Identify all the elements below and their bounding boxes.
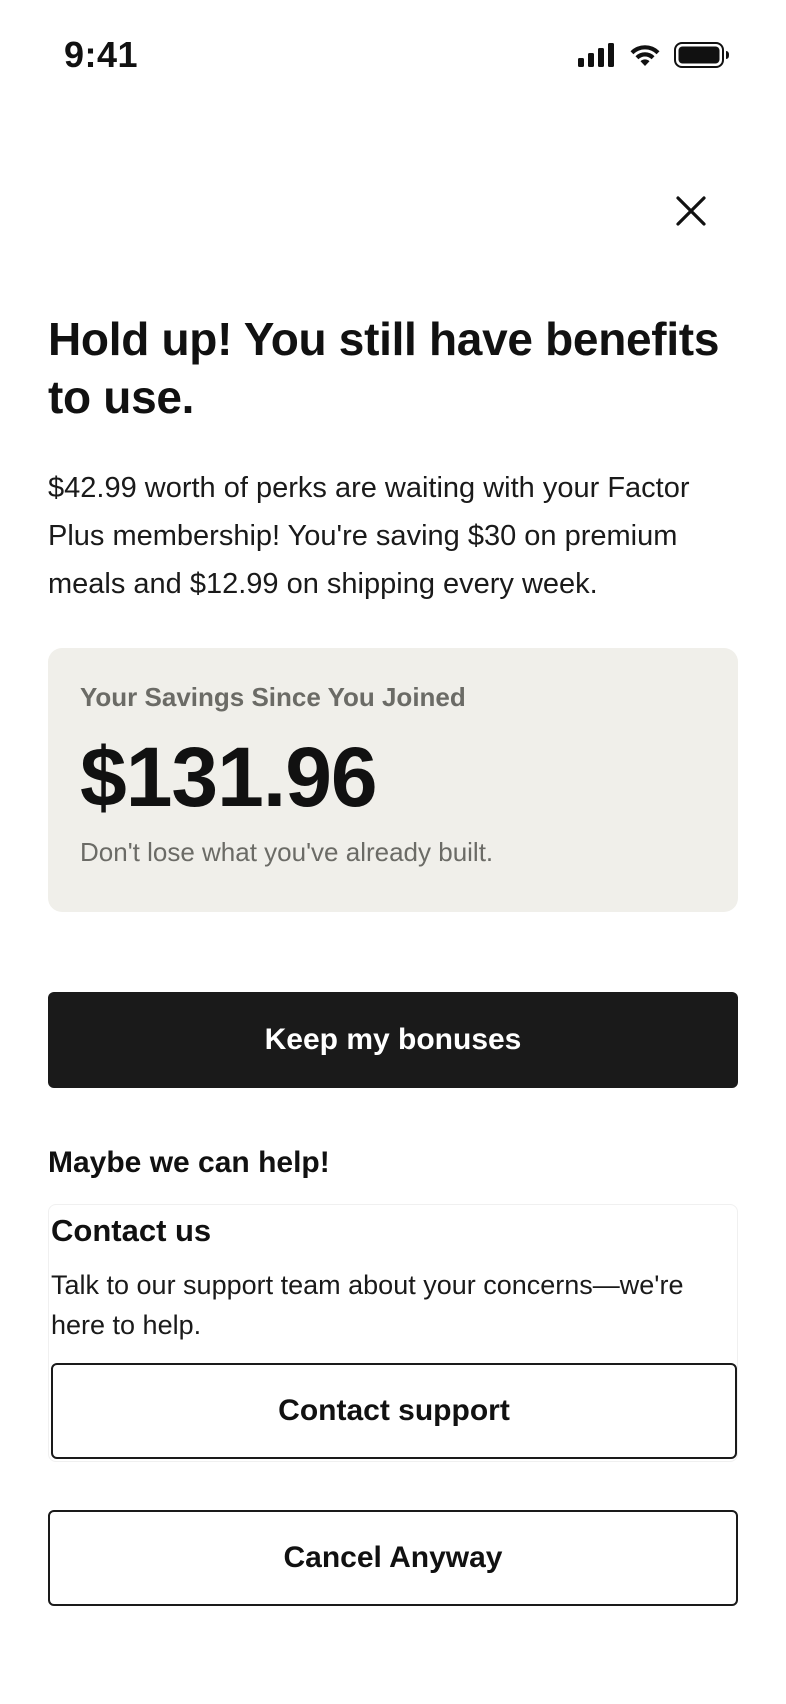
contact-support-button[interactable]: Contact support — [51, 1363, 737, 1459]
help-heading: Maybe we can help! — [48, 1146, 330, 1179]
savings-subtext: Don't lose what you've already built. — [80, 837, 494, 867]
savings-label: Your Savings Since You Joined — [80, 682, 466, 712]
battery-icon — [674, 42, 730, 73]
page-title: Hold up! You still have benefits to use. — [48, 313, 720, 423]
status-icons — [578, 42, 730, 73]
wifi-icon — [628, 42, 662, 73]
cancel-anyway-button[interactable]: Cancel Anyway — [48, 1510, 738, 1606]
close-icon — [675, 195, 707, 232]
savings-amount: $131.96 — [80, 730, 378, 824]
contact-title: Contact us — [51, 1213, 212, 1248]
contact-description: Talk to our support team about your conc… — [51, 1270, 684, 1340]
perks-description: $42.99 worth of perks are waiting with y… — [48, 472, 690, 600]
retention-content: Hold up! You still have benefits to use.… — [48, 310, 738, 1606]
close-button[interactable] — [668, 190, 714, 236]
status-time: 9:41 — [64, 34, 139, 75]
contact-card: Contact us Talk to our support team abou… — [48, 1204, 738, 1462]
cellular-signal-icon — [578, 43, 616, 72]
status-bar: 9:41 — [0, 0, 786, 112]
savings-card: Your Savings Since You Joined $131.96 Do… — [48, 648, 738, 912]
keep-bonuses-button[interactable]: Keep my bonuses — [48, 992, 738, 1088]
